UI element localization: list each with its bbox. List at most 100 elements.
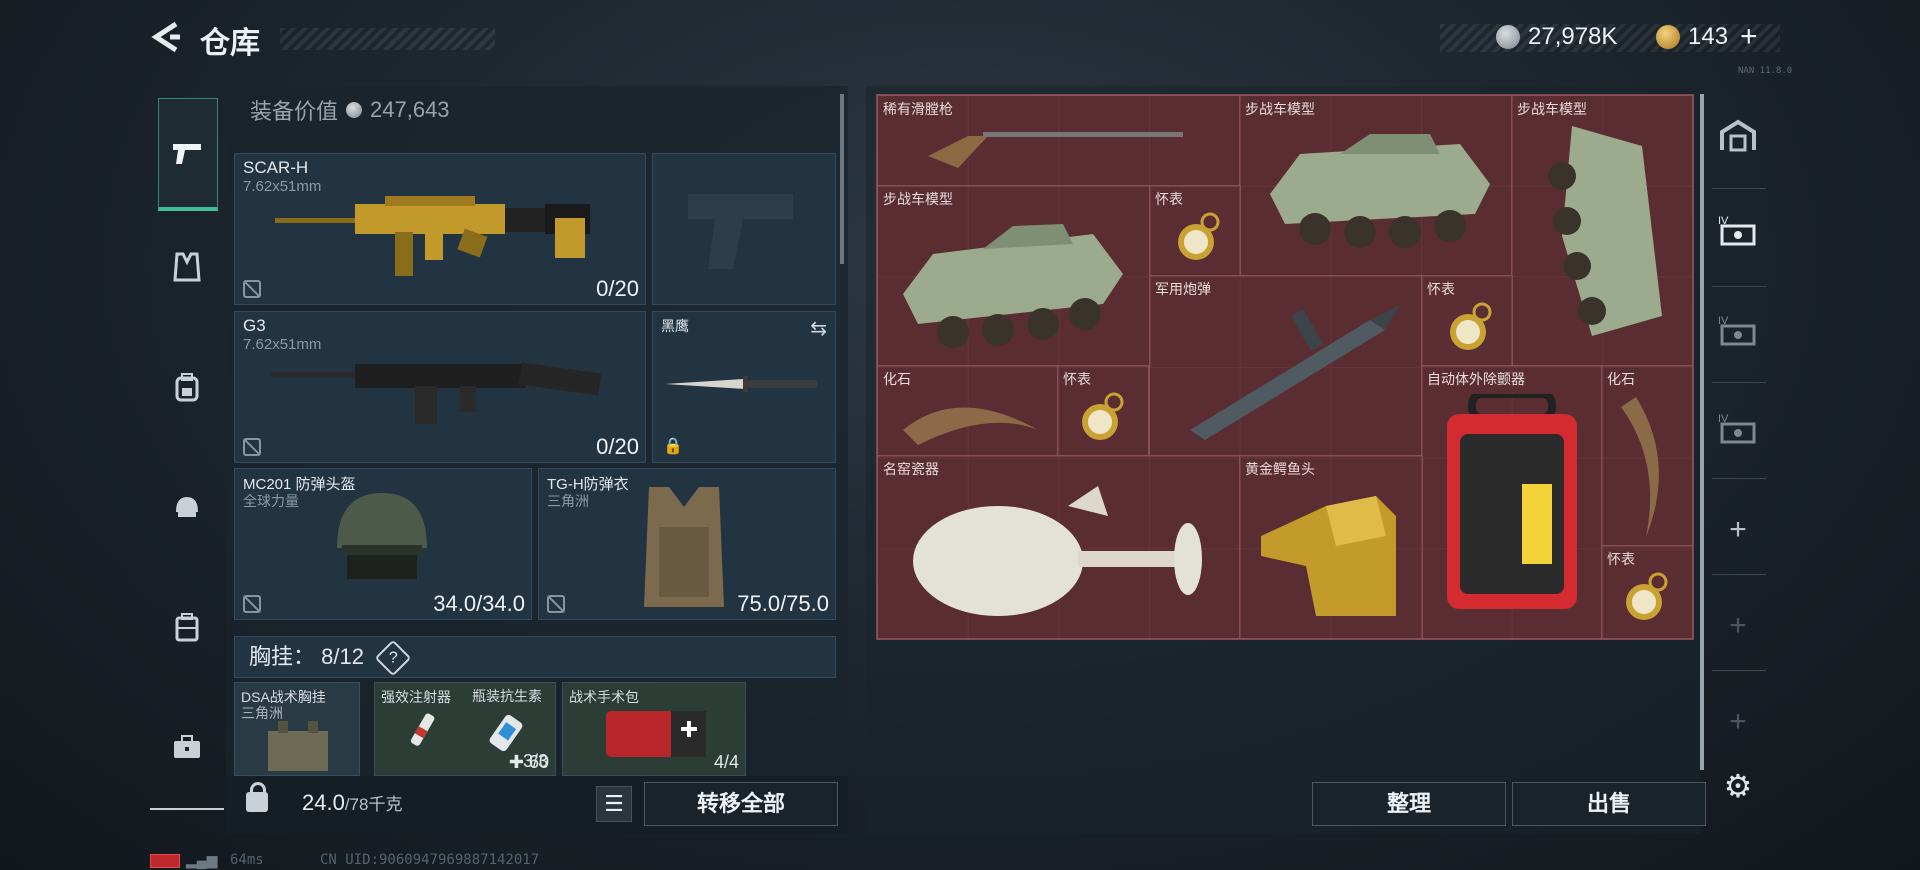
help-icon[interactable]: ? bbox=[374, 639, 412, 677]
golden-croc-head-item[interactable]: 黄金鳄鱼头 bbox=[1239, 455, 1423, 639]
ifv-image bbox=[1548, 126, 1662, 336]
artillery-shell-image bbox=[1190, 305, 1400, 440]
sort-button[interactable]: 整理 bbox=[1312, 782, 1506, 826]
no-insure-icon bbox=[243, 595, 261, 613]
back-arrow-icon[interactable] bbox=[150, 20, 184, 54]
chest-rig-bar: 胸挂： 8/12 ? bbox=[234, 636, 836, 678]
storage-grid: 稀有滑膛枪 步战车模型 步战车模型 步战车模型 怀表 军用炮弹 怀表 化石 怀表… bbox=[876, 94, 1694, 640]
helmet-slot[interactable]: MC201 防弹头盔 全球力量 34.0/34.0 bbox=[234, 468, 532, 620]
transfer-all-button[interactable]: 转移全部 bbox=[644, 782, 838, 826]
no-insure-icon bbox=[547, 595, 565, 613]
knife-icon bbox=[665, 376, 818, 392]
gold-currency[interactable]: 143 + bbox=[1656, 20, 1758, 54]
storage-tier-iv-icon[interactable]: IV bbox=[1716, 410, 1760, 454]
secondary-weapon-slot[interactable]: G3 7.62x51mm 0/20 bbox=[234, 311, 646, 463]
equipment-value-number: 247,643 bbox=[370, 97, 450, 122]
armor-durability: 75.0/75.0 bbox=[737, 591, 829, 616]
add-storage-icon[interactable]: + bbox=[1716, 604, 1760, 648]
helmet-icon[interactable] bbox=[158, 478, 216, 536]
ifv-image bbox=[1270, 134, 1490, 248]
rig-slot[interactable]: DSA战术胸挂 三角洲 bbox=[234, 682, 360, 776]
aed-item[interactable]: 自动体外除颤器 bbox=[1421, 365, 1603, 639]
weight-value: 24.0 bbox=[302, 790, 345, 815]
helmet-image bbox=[337, 493, 427, 579]
rail-divider bbox=[1712, 382, 1766, 383]
item-name: 怀表 bbox=[1427, 281, 1455, 297]
chest-slot-2[interactable]: 瓶装抗生素 3/3 bbox=[466, 682, 554, 774]
scar-rifle-icon bbox=[275, 196, 590, 276]
rail-divider bbox=[1712, 574, 1766, 575]
item-name: 怀表 bbox=[1607, 551, 1635, 567]
sell-button[interactable]: 出售 bbox=[1512, 782, 1706, 826]
pistol-slot[interactable] bbox=[652, 153, 836, 305]
item-count: 4/4 bbox=[713, 752, 739, 772]
warehouse-icon[interactable] bbox=[1716, 118, 1760, 162]
rail-divider bbox=[150, 808, 224, 810]
gold-amount: 143 bbox=[1688, 23, 1729, 50]
pocket-watch-item[interactable]: 怀表 bbox=[1421, 275, 1513, 367]
add-storage-icon[interactable]: + bbox=[1716, 700, 1760, 744]
porcelain-item[interactable]: 名窑瓷器 bbox=[877, 455, 1241, 639]
storage-tier-iv-active-icon[interactable]: IV bbox=[1716, 212, 1760, 256]
settings-gear-icon[interactable]: ⚙ bbox=[1716, 764, 1760, 808]
pocket-watch-image bbox=[1450, 302, 1492, 350]
fossil-item[interactable]: 化石 bbox=[1601, 365, 1693, 547]
porcelain-vase-image bbox=[913, 486, 1202, 616]
uid-text: CN UID:9060947969887142017 bbox=[320, 852, 540, 868]
syringe-icon bbox=[410, 713, 435, 746]
silver-coin-icon bbox=[1496, 25, 1520, 49]
musket-item[interactable]: 稀有滑膛枪 bbox=[877, 95, 1241, 187]
weight-limit: /78千克 bbox=[344, 795, 403, 814]
melee-slot[interactable]: 黑鹰 ⇆ 🔒 bbox=[652, 311, 836, 463]
add-storage-icon[interactable]: + bbox=[1716, 508, 1760, 552]
signal-icon: ▂▄▆ bbox=[186, 852, 218, 868]
chest-capacity: 8/12 bbox=[321, 644, 364, 669]
silver-amount: 27,978K bbox=[1528, 23, 1618, 50]
weight-display: 24.0/78千克 bbox=[302, 790, 402, 816]
pocket-watch-item[interactable]: 怀表 bbox=[1601, 545, 1693, 639]
pocket-watch-item[interactable]: 怀表 bbox=[1149, 185, 1241, 277]
rail-divider bbox=[1712, 188, 1766, 189]
rail-divider bbox=[1712, 286, 1766, 287]
rig-brand: 三角洲 bbox=[241, 705, 283, 721]
chest-slot-3[interactable]: 战术手术包 4/4 bbox=[562, 682, 746, 776]
item-name: 战术手术包 bbox=[569, 689, 639, 705]
artillery-shell-item[interactable]: 军用炮弹 bbox=[1149, 275, 1423, 457]
pistol-icon[interactable] bbox=[158, 98, 218, 211]
pocket-watch-item[interactable]: 怀表 bbox=[1057, 365, 1149, 457]
fossil-item[interactable]: 化石 bbox=[877, 365, 1059, 457]
item-name: 怀表 bbox=[1063, 371, 1091, 387]
lock-icon[interactable] bbox=[246, 782, 268, 812]
melee-name: 黑鹰 bbox=[661, 318, 689, 334]
vest-icon[interactable] bbox=[158, 238, 216, 296]
pistol-silhouette-icon bbox=[688, 194, 793, 269]
item-name: 瓶装抗生素 bbox=[472, 688, 542, 704]
toolbox-icon[interactable] bbox=[158, 718, 216, 776]
lock-icon: 🔒 bbox=[663, 438, 683, 455]
surgery-kit-icon bbox=[606, 711, 706, 757]
list-view-icon[interactable]: ☰ bbox=[596, 786, 632, 822]
ifv-model-item[interactable]: 步战车模型 bbox=[877, 185, 1151, 367]
ifv-model-item[interactable]: 步战车模型 bbox=[1511, 95, 1693, 367]
backpack-icon[interactable] bbox=[158, 358, 216, 416]
equipment-scrollbar[interactable] bbox=[840, 94, 844, 264]
item-count: 3/3 bbox=[522, 751, 548, 771]
musket-image bbox=[928, 132, 1183, 168]
weapon-ammo: 0/20 bbox=[596, 276, 639, 301]
title-decoration bbox=[280, 28, 495, 50]
swap-icon[interactable]: ⇆ bbox=[810, 316, 827, 341]
equipment-value-label: 装备价值 bbox=[250, 99, 339, 124]
storage-tier-iv-icon[interactable]: IV bbox=[1716, 312, 1760, 356]
ifv-model-item[interactable]: 步战车模型 bbox=[1239, 95, 1513, 277]
silver-currency: 27,978K bbox=[1496, 22, 1617, 52]
primary-weapon-slot[interactable]: SCAR-H 7.62x51mm 0/20 bbox=[234, 153, 646, 305]
silver-coin-icon bbox=[346, 102, 363, 118]
chest-label: 胸挂： bbox=[249, 644, 316, 669]
helmet-brand: 全球力量 bbox=[243, 493, 299, 509]
storage-scrollbar[interactable] bbox=[1700, 94, 1704, 770]
rig-image bbox=[268, 721, 328, 771]
add-currency-icon[interactable]: + bbox=[1740, 20, 1758, 54]
rail-divider bbox=[1712, 670, 1766, 671]
case-icon[interactable] bbox=[158, 598, 216, 656]
armor-slot[interactable]: TG-H防弹衣 三角洲 75.0/75.0 bbox=[538, 468, 836, 620]
